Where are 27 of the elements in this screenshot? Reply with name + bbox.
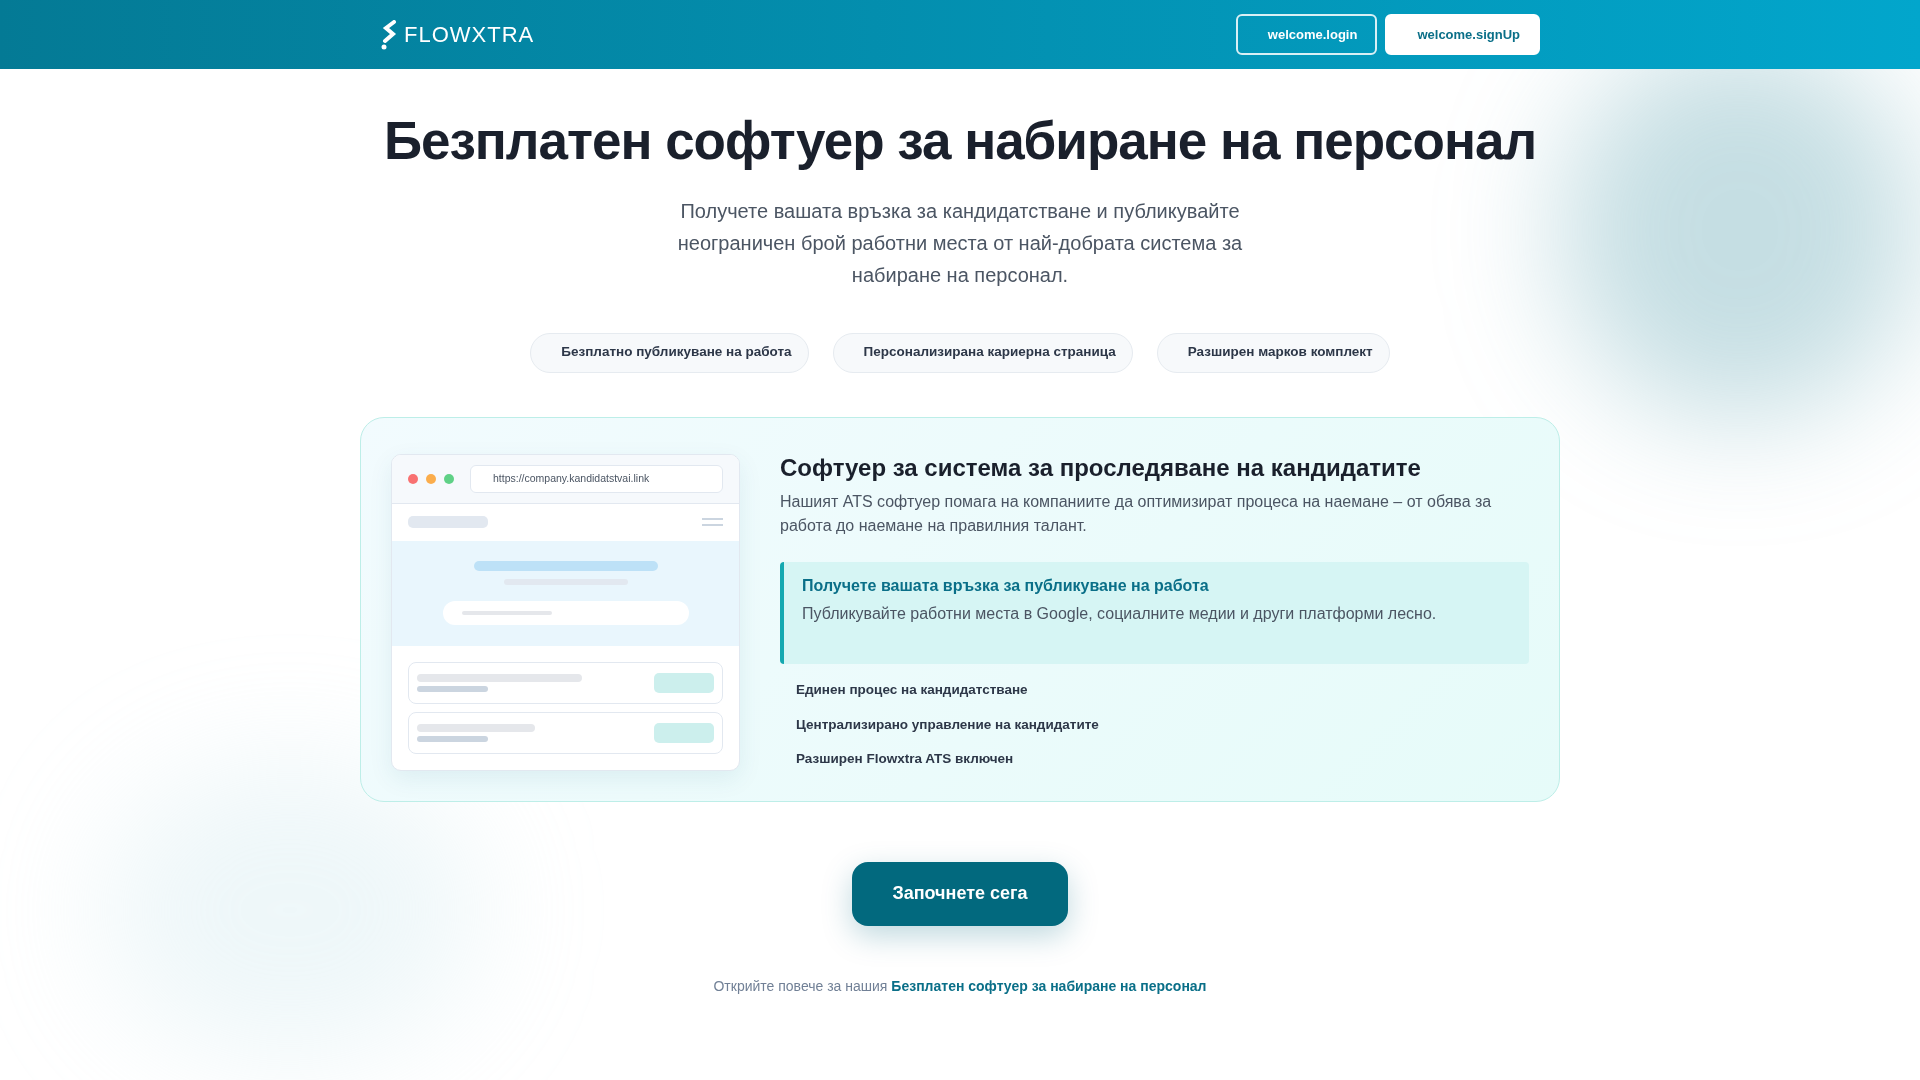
feature-item: Централизирано управление на кандидатите [796,715,1100,734]
placeholder-bar [417,735,488,742]
hero-subtitle: Получете вашата връзка за кандидатстване и публикувайте неограничен брой работни места от най-добрата система за набиране на персонал. [676,198,1244,288]
login-button[interactable]: welcome.login [1235,14,1378,55]
footer-note: Открийте повече за нашия Безплатен софтуер за набиране на персонал [712,976,1208,996]
address-bar: https://company.kandidatstvai.link [470,464,723,493]
feature-tag: Разширен марков комплект [1156,332,1390,373]
menu-icon [702,518,723,527]
feature-item: Единен процес на кандидатстване [796,681,1029,700]
highlight-title: Получете вашата връзка за публикуване на работа [802,576,1210,597]
placeholder-bar [654,672,714,693]
highlight-text: Публикувайте работни места в Google, социалните медии и други платформи лесно. [802,604,1438,625]
close-dot-icon [408,473,418,484]
placeholder-bar [417,685,488,692]
section-description: Нашият ATS софтуер помага на компаниите да оптимизират процеса на наемане – от обява за работа до наемане на правилния талант. [780,492,1493,537]
feature-item: Разширен Flowxtra ATS включен [796,749,1015,768]
start-button[interactable]: Започнете сега [852,861,1068,926]
signup-button[interactable]: welcome.signUp [1385,14,1540,55]
placeholder-bar [654,722,714,743]
feature-tag: Безплатно публикуване на работа [530,332,809,373]
hero-title: Безплатен софтуер за набиране на персонал [382,110,1538,172]
feature-tag: Персонализирана кариерна страница [832,332,1133,373]
section-heading: Софтуер за система за проследяване на кандидатите [780,453,1422,483]
recruiting-software-link[interactable]: Безплатен софтуер за набиране на персонал [891,977,1207,994]
minimize-dot-icon [426,473,436,484]
maximize-dot-icon [444,473,454,484]
logo-text: FLOWXTRA [404,21,535,49]
